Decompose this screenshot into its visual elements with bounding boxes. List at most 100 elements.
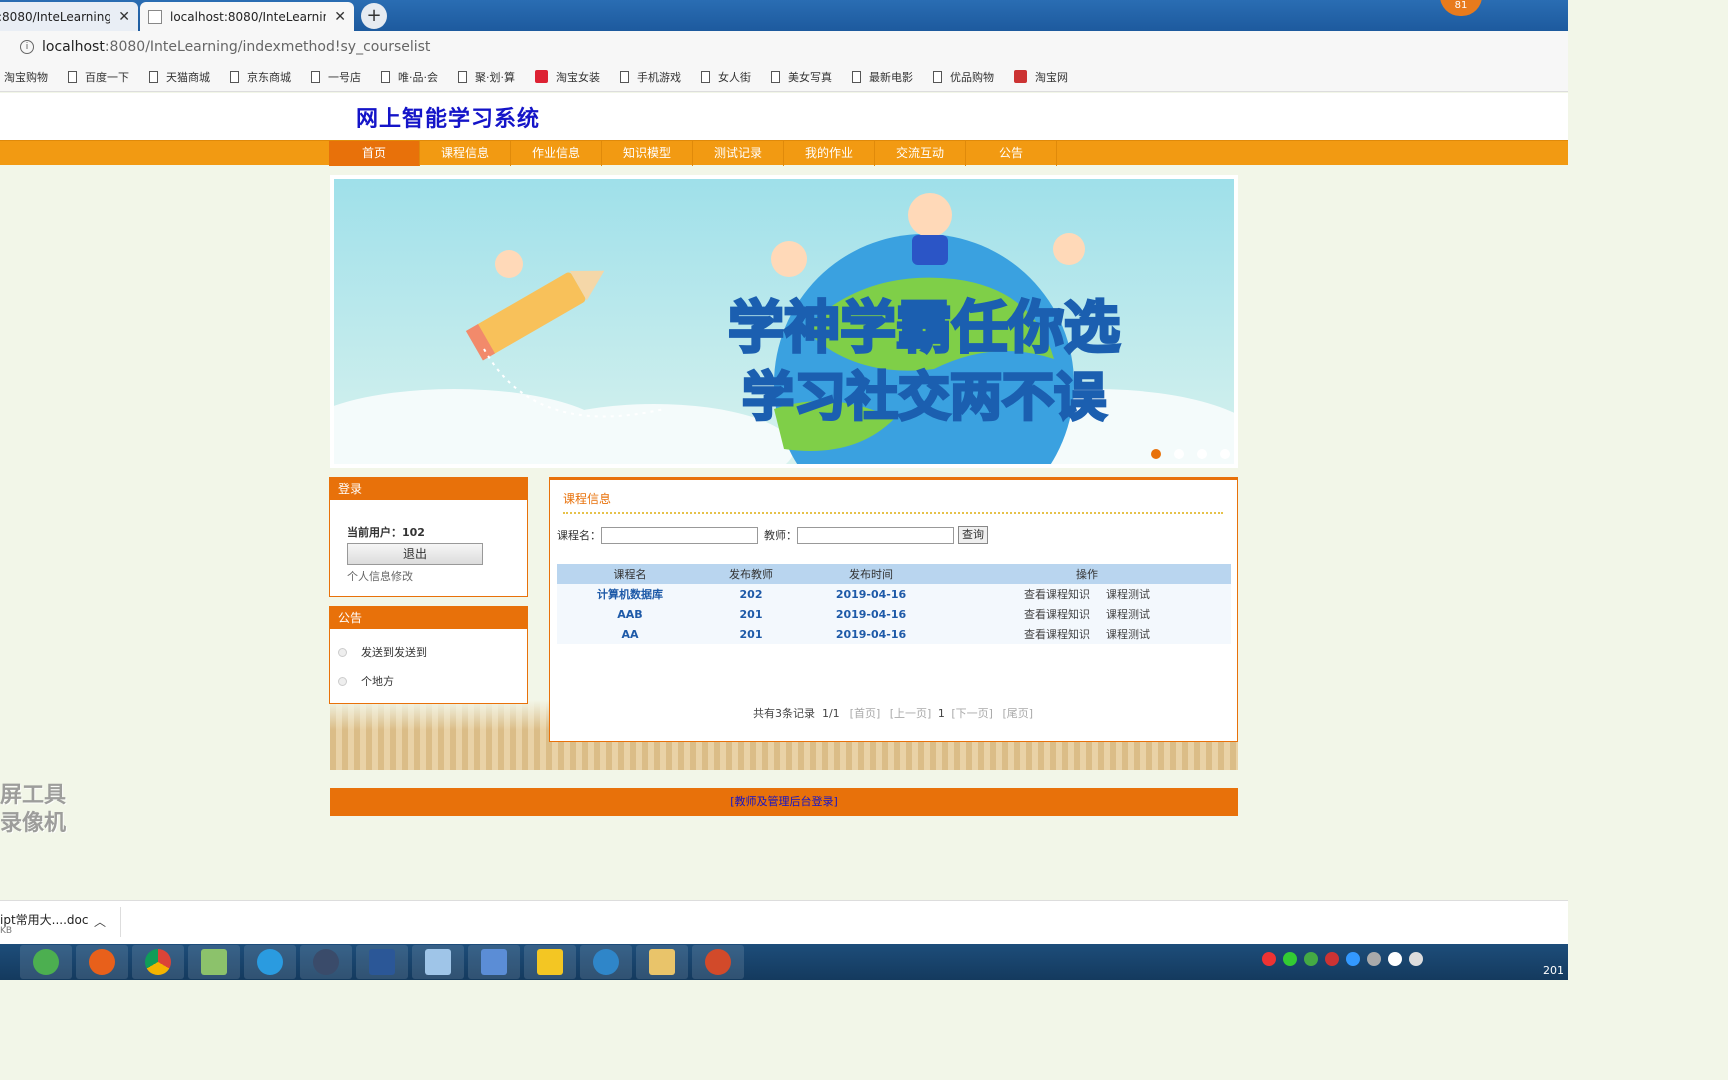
task-manager-icon[interactable] <box>468 945 520 979</box>
chrome-icon[interactable] <box>132 945 184 979</box>
tab-title: :8080/InteLearning/i <box>0 9 111 24</box>
nav-interaction[interactable]: 交流互动 <box>875 141 966 166</box>
first-page-link[interactable]: [首页] <box>850 707 881 720</box>
editor-icon[interactable] <box>412 945 464 979</box>
announcement-item[interactable]: 发送到发送到 <box>338 644 427 660</box>
close-icon[interactable]: ✕ <box>334 9 346 25</box>
bookmark-item[interactable]: 聚·划·算 <box>458 69 515 85</box>
login-box: 登录 当前用户：102 退出 个人信息修改 <box>329 477 528 597</box>
new-tab-button[interactable]: + <box>361 3 387 29</box>
bookmark-item[interactable]: 京东商城 <box>230 69 291 85</box>
view-knowledge-link[interactable]: 查看课程知识 <box>1024 588 1090 601</box>
search-button[interactable]: 查询 <box>958 526 988 544</box>
url-text[interactable]: localhost:8080/InteLearning/indexmethod!… <box>42 39 430 55</box>
logout-button[interactable]: 退出 <box>347 543 483 565</box>
url-path: :8080/InteLearning/indexmethod!sy_course… <box>104 38 431 55</box>
view-knowledge-link[interactable]: 查看课程知识 <box>1024 608 1090 621</box>
admin-login-link[interactable]: [教师及管理后台登录] <box>730 795 838 808</box>
next-page-link[interactable]: [下一页] <box>951 707 993 720</box>
page-icon <box>701 70 710 83</box>
slide-dot[interactable] <box>1151 449 1161 459</box>
word-icon[interactable] <box>356 945 408 979</box>
address-bar[interactable]: i localhost:8080/InteLearning/indexmetho… <box>0 31 1568 62</box>
tray-app-icon[interactable] <box>1346 952 1360 966</box>
tray-app-icon[interactable] <box>1304 952 1318 966</box>
bookmark-item[interactable]: 百度一下 <box>68 69 129 85</box>
course-name-cell[interactable]: 计算机数据库 <box>557 584 703 604</box>
course-test-link[interactable]: 课程测试 <box>1106 628 1150 641</box>
nav-my-homework[interactable]: 我的作业 <box>784 141 875 166</box>
bookmark-label: 百度一下 <box>85 70 129 84</box>
mf-icon[interactable] <box>524 945 576 979</box>
firefox-icon[interactable] <box>76 945 128 979</box>
download-size: KB <box>0 926 13 936</box>
app-icon[interactable] <box>580 945 632 979</box>
system-clock[interactable]: 201 <box>1543 964 1564 977</box>
bookmark-item[interactable]: 天猫商城 <box>149 69 210 85</box>
recorder-logo-icon <box>705 949 731 975</box>
notification-badge[interactable]: 81 <box>1440 0 1482 16</box>
network-icon[interactable] <box>1388 952 1402 966</box>
bookmark-label: 一号店 <box>328 70 361 84</box>
bookmark-item[interactable]: 女人街 <box>701 69 751 85</box>
bookmark-label: 最新电影 <box>869 70 913 84</box>
teacher-input[interactable] <box>797 526 954 544</box>
volume-icon[interactable] <box>1409 952 1423 966</box>
bookmark-item[interactable]: 手机游戏 <box>620 69 681 85</box>
download-filename[interactable]: ipt常用大....doc <box>0 911 88 928</box>
edit-profile-link[interactable]: 个人信息修改 <box>347 568 413 584</box>
bookmark-label: 淘宝女装 <box>556 70 600 84</box>
recorder-icon[interactable] <box>692 945 744 979</box>
watermark-line: 屏工具 <box>0 783 67 808</box>
slide-dot[interactable] <box>1174 449 1184 459</box>
announcement-item[interactable]: 个地方 <box>338 673 394 689</box>
hero-banner[interactable]: 学神学霸任你选 学习社交两不误 <box>330 175 1238 468</box>
banner-subline: 学习社交两不误 <box>742 368 1106 428</box>
view-knowledge-link[interactable]: 查看课程知识 <box>1024 628 1090 641</box>
course-name-input[interactable] <box>601 526 758 544</box>
ime-icon[interactable] <box>1262 952 1276 966</box>
course-name-cell[interactable]: AA <box>557 624 703 644</box>
bookmark-item[interactable]: 一号店 <box>311 69 361 85</box>
course-name-cell[interactable]: AAB <box>557 604 703 624</box>
slide-dot[interactable] <box>1220 449 1230 459</box>
bookmark-item[interactable]: 优品购物 <box>933 69 994 85</box>
taobao-icon <box>535 70 548 83</box>
close-icon[interactable]: ✕ <box>118 9 130 25</box>
tray-app-icon[interactable] <box>1325 952 1339 966</box>
bookmark-item[interactable]: 最新电影 <box>852 69 913 85</box>
notepad-icon[interactable] <box>188 945 240 979</box>
nav-home[interactable]: 首页 <box>329 141 420 166</box>
tray-app-icon[interactable] <box>1367 952 1381 966</box>
info-icon[interactable]: i <box>20 39 34 54</box>
bookmark-item[interactable]: 淘宝网 <box>1014 69 1068 85</box>
course-test-link[interactable]: 课程测试 <box>1106 588 1150 601</box>
slide-dot[interactable] <box>1197 449 1207 459</box>
nav-test-records[interactable]: 测试记录 <box>693 141 784 166</box>
nav-course-info[interactable]: 课程信息 <box>420 141 511 166</box>
eclipse-icon[interactable] <box>300 945 352 979</box>
bookmark-item[interactable]: 唯·品·会 <box>381 69 438 85</box>
main-nav: 首页 课程信息 作业信息 知识模型 测试记录 我的作业 交流互动 公告 <box>0 140 1568 166</box>
prev-page-link[interactable]: [上一页] <box>890 707 932 720</box>
nav-knowledge-model[interactable]: 知识模型 <box>602 141 693 166</box>
page-icon <box>148 9 162 24</box>
ie-icon[interactable] <box>244 945 296 979</box>
chevron-up-icon[interactable]: ︿ <box>94 913 106 930</box>
tray-app-icon[interactable] <box>1283 952 1297 966</box>
file-explorer-icon[interactable] <box>636 945 688 979</box>
browser-tab-2[interactable]: localhost:8080/InteLearning/a ✕ <box>140 2 354 31</box>
bookmark-item[interactable]: 美女写真 <box>771 69 832 85</box>
bookmark-item[interactable]: 淘宝女装 <box>535 69 600 85</box>
nav-announcement[interactable]: 公告 <box>966 141 1057 166</box>
bookmark-item[interactable]: 淘宝购物 <box>4 69 48 85</box>
nav-homework-info[interactable]: 作业信息 <box>511 141 602 166</box>
browser-tab-1[interactable]: :8080/InteLearning/i ✕ <box>0 2 138 31</box>
windows-start-icon <box>33 949 59 975</box>
bullet-icon <box>338 676 347 686</box>
teacher-cell: 201 <box>703 604 799 624</box>
last-page-link[interactable]: [尾页] <box>1002 707 1033 720</box>
start-button[interactable] <box>20 945 72 979</box>
current-page[interactable]: 1 <box>938 707 945 720</box>
course-test-link[interactable]: 课程测试 <box>1106 608 1150 621</box>
